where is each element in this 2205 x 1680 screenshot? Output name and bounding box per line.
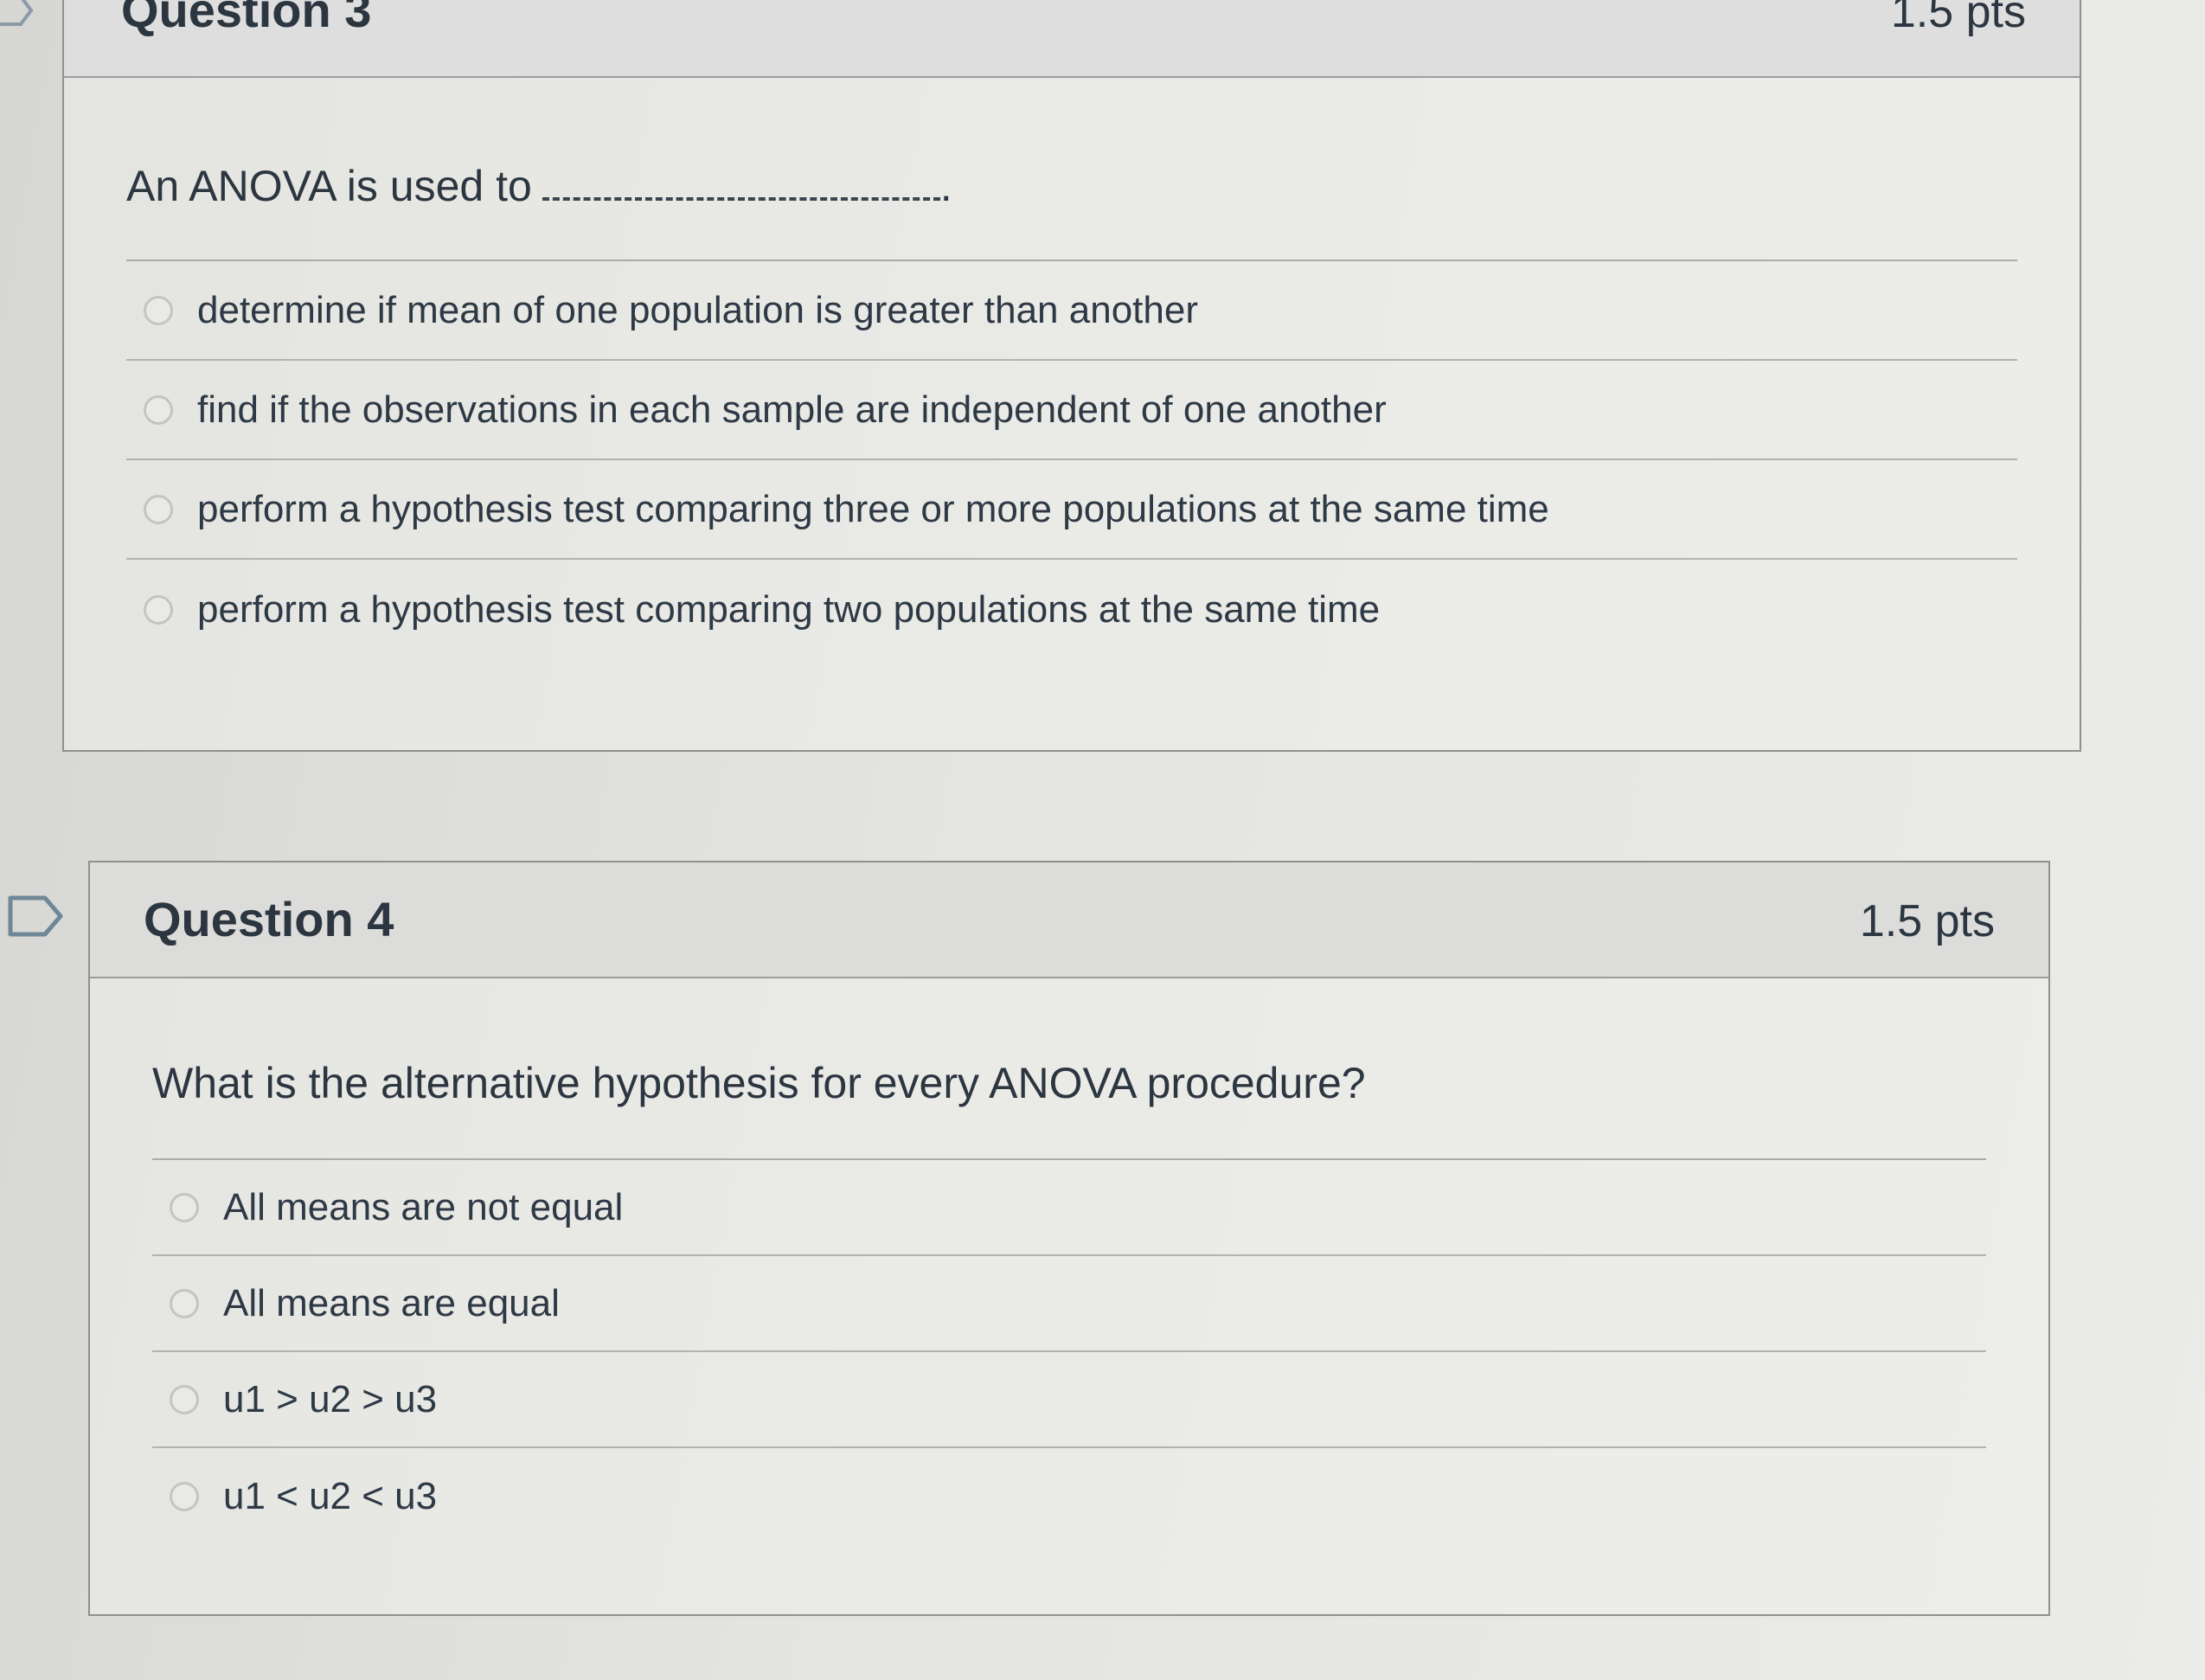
question-points: 1.5 pts [1859, 896, 1995, 946]
radio-button[interactable] [170, 1384, 199, 1414]
flag-bookmark-icon[interactable] [7, 895, 64, 938]
question-title: Question 4 [144, 892, 394, 946]
question-body: An ANOVA is used to. determine if mean o… [64, 78, 2080, 659]
question-title: Question 3 [121, 0, 372, 37]
answer-option[interactable]: All means are not equal [152, 1160, 1986, 1256]
prompt-period: . [939, 162, 952, 210]
answer-option[interactable]: u1 < u2 < u3 [152, 1448, 1986, 1544]
flag-bookmark-icon[interactable] [0, 0, 36, 29]
radio-button[interactable] [144, 394, 173, 425]
answer-label: determine if mean of one population is g… [197, 288, 1198, 331]
answer-option[interactable]: u1 > u2 > u3 [152, 1352, 1986, 1448]
question-4-card: Question 4 1.5 pts What is the alternati… [88, 861, 2050, 1616]
question-prompt: What is the alternative hypothesis for e… [152, 1058, 1986, 1160]
answer-label: All means are not equal [223, 1185, 624, 1228]
question-body: What is the alternative hypothesis for e… [90, 978, 2048, 1544]
answer-label: perform a hypothesis test comparing thre… [197, 487, 1549, 530]
question-points: 1.5 pts [1890, 0, 2026, 37]
answer-label: All means are equal [223, 1281, 560, 1324]
radio-button[interactable] [144, 594, 173, 625]
radio-button[interactable] [170, 1288, 199, 1318]
radio-button[interactable] [170, 1192, 199, 1222]
radio-button[interactable] [144, 295, 173, 325]
question-header: Question 4 1.5 pts [90, 862, 2048, 978]
answer-list: All means are not equal All means are eq… [152, 1160, 1986, 1544]
answer-label: u1 > u2 > u3 [223, 1377, 438, 1420]
question-prompt: An ANOVA is used to. [126, 161, 2017, 261]
radio-button[interactable] [144, 494, 173, 524]
question-header: Question 3 1.5 pts [64, 0, 2080, 78]
answer-label: perform a hypothesis test comparing two … [197, 587, 1381, 631]
answer-option[interactable]: All means are equal [152, 1256, 1986, 1352]
answer-label: find if the observations in each sample … [197, 388, 1387, 431]
answer-label: u1 < u2 < u3 [223, 1474, 438, 1517]
answer-option[interactable]: perform a hypothesis test comparing two … [126, 560, 2017, 659]
answer-option[interactable]: perform a hypothesis test comparing thre… [126, 460, 2017, 560]
question-prompt-text: An ANOVA is used to [126, 162, 532, 210]
answer-option[interactable]: determine if mean of one population is g… [126, 261, 2017, 361]
radio-button[interactable] [170, 1481, 199, 1511]
fill-in-blank [542, 180, 940, 201]
answer-list: determine if mean of one population is g… [126, 261, 2017, 659]
answer-option[interactable]: find if the observations in each sample … [126, 361, 2017, 460]
question-3-card: Question 3 1.5 pts An ANOVA is used to. … [62, 0, 2081, 752]
